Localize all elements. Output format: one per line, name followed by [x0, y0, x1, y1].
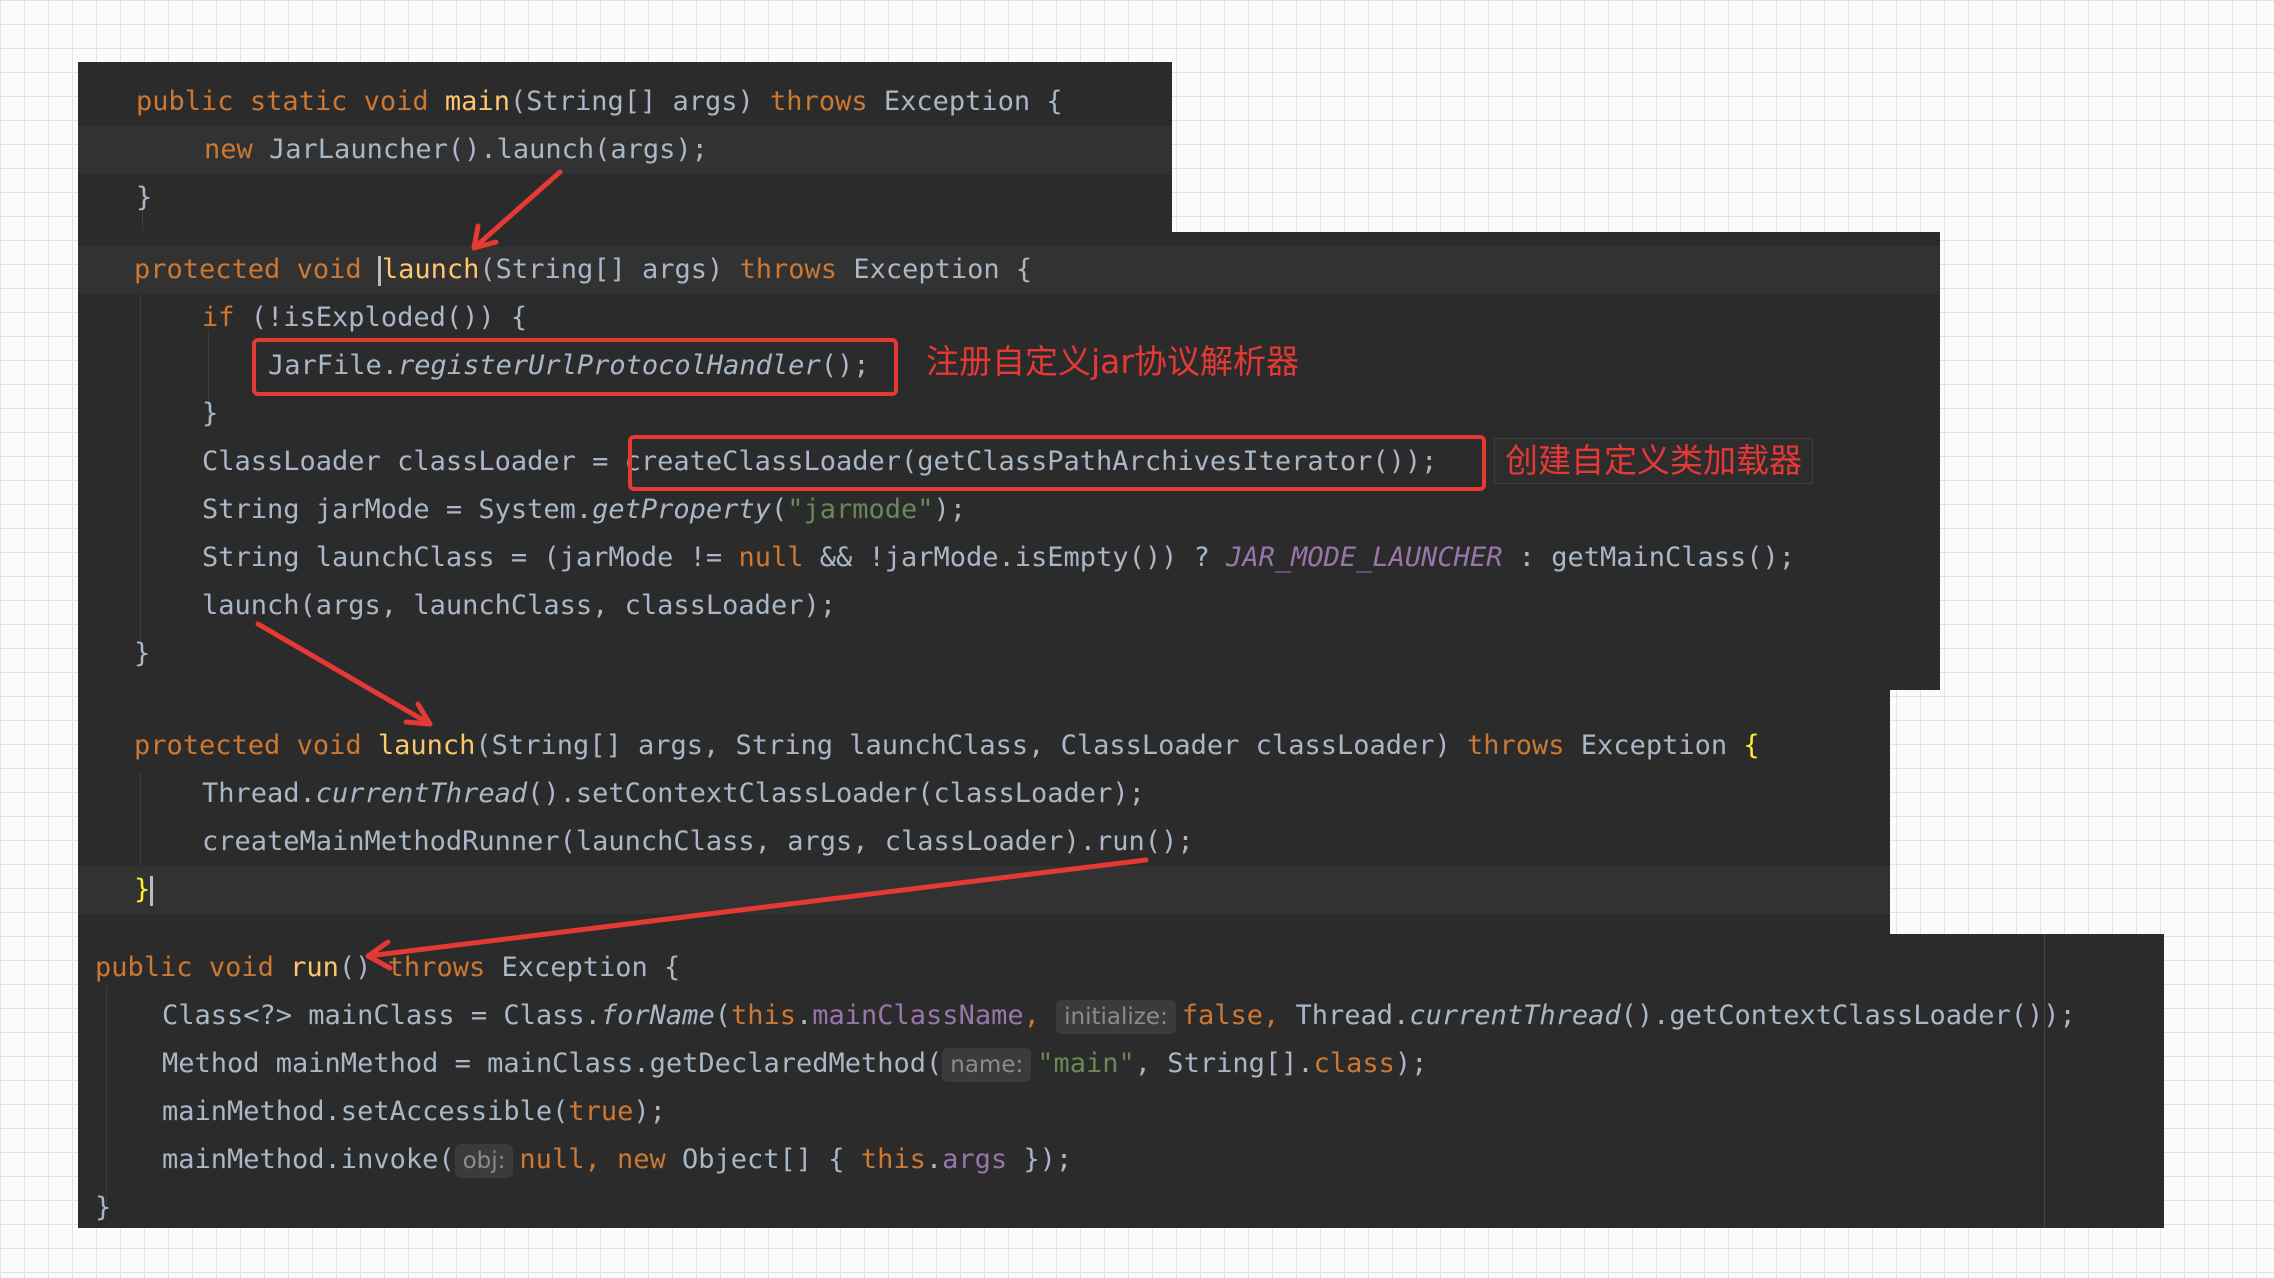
code-line-current[interactable]: }	[78, 866, 1890, 914]
code-line-current[interactable]: protected void launch(String[] args) thr…	[78, 246, 1940, 294]
parameter-hint-obj: obj:	[454, 1143, 514, 1178]
code-line[interactable]: mainMethod.invoke(obj:null, (new Object[…	[78, 1136, 2164, 1184]
create-classloader-highlight-box	[628, 435, 1486, 491]
create-classloader-note: 创建自定义类加载器	[1494, 438, 1813, 484]
code-line[interactable]: String launchClass = (jarMode != null &&…	[78, 534, 1940, 582]
code-line[interactable]: createMainMethodRunner(launchClass, args…	[78, 818, 1890, 866]
register-handler-note: 注册自定义jar协议解析器	[926, 342, 1299, 381]
code-line[interactable]: }	[78, 390, 1940, 438]
code-line[interactable]: public void run() throws Exception {	[78, 944, 2164, 992]
code-line[interactable]: }	[78, 630, 1940, 678]
code-line[interactable]: String jarMode = System.getProperty("jar…	[78, 486, 1940, 534]
main-method-name: main	[444, 86, 510, 117]
parameter-hint-name: name:	[942, 1047, 1032, 1082]
run-method-name: run	[290, 952, 339, 983]
register-handler-highlight-box	[252, 338, 898, 396]
code-line[interactable]: mainMethod.setAccessible(true);	[78, 1088, 2164, 1136]
code-panel-run: public void run() throws Exception { Cla…	[78, 934, 2164, 1228]
code-panel-launch-overload: protected void launch(String[] args, Str…	[78, 690, 1890, 934]
text-caret	[150, 875, 154, 906]
code-line[interactable]: }	[78, 174, 1172, 222]
code-line[interactable]: Class<?> mainClass = Class.forName(this.…	[78, 992, 2164, 1040]
code-line[interactable]: public static void main(String[] args) t…	[78, 78, 1172, 126]
code-line[interactable]: protected void launch(String[] args, Str…	[78, 722, 1890, 770]
code-line[interactable]: if (!isExploded()) {	[78, 294, 1940, 342]
text-caret	[377, 255, 381, 286]
code-line-current[interactable]: new JarLauncher().launch(args);	[78, 126, 1172, 174]
code-line[interactable]: Thread.currentThread().setContextClassLo…	[78, 770, 1890, 818]
parameter-hint-initialize: initialize:	[1056, 999, 1176, 1034]
code-panel-main: public static void main(String[] args) t…	[78, 62, 1172, 232]
launch-method-name: launch	[381, 254, 480, 285]
launch-overload-method-name: launch	[377, 730, 476, 761]
code-line[interactable]: launch(args, launchClass, classLoader);	[78, 582, 1940, 630]
code-line[interactable]: }	[78, 1184, 2164, 1232]
code-line[interactable]: Method mainMethod = mainClass.getDeclare…	[78, 1040, 2164, 1088]
